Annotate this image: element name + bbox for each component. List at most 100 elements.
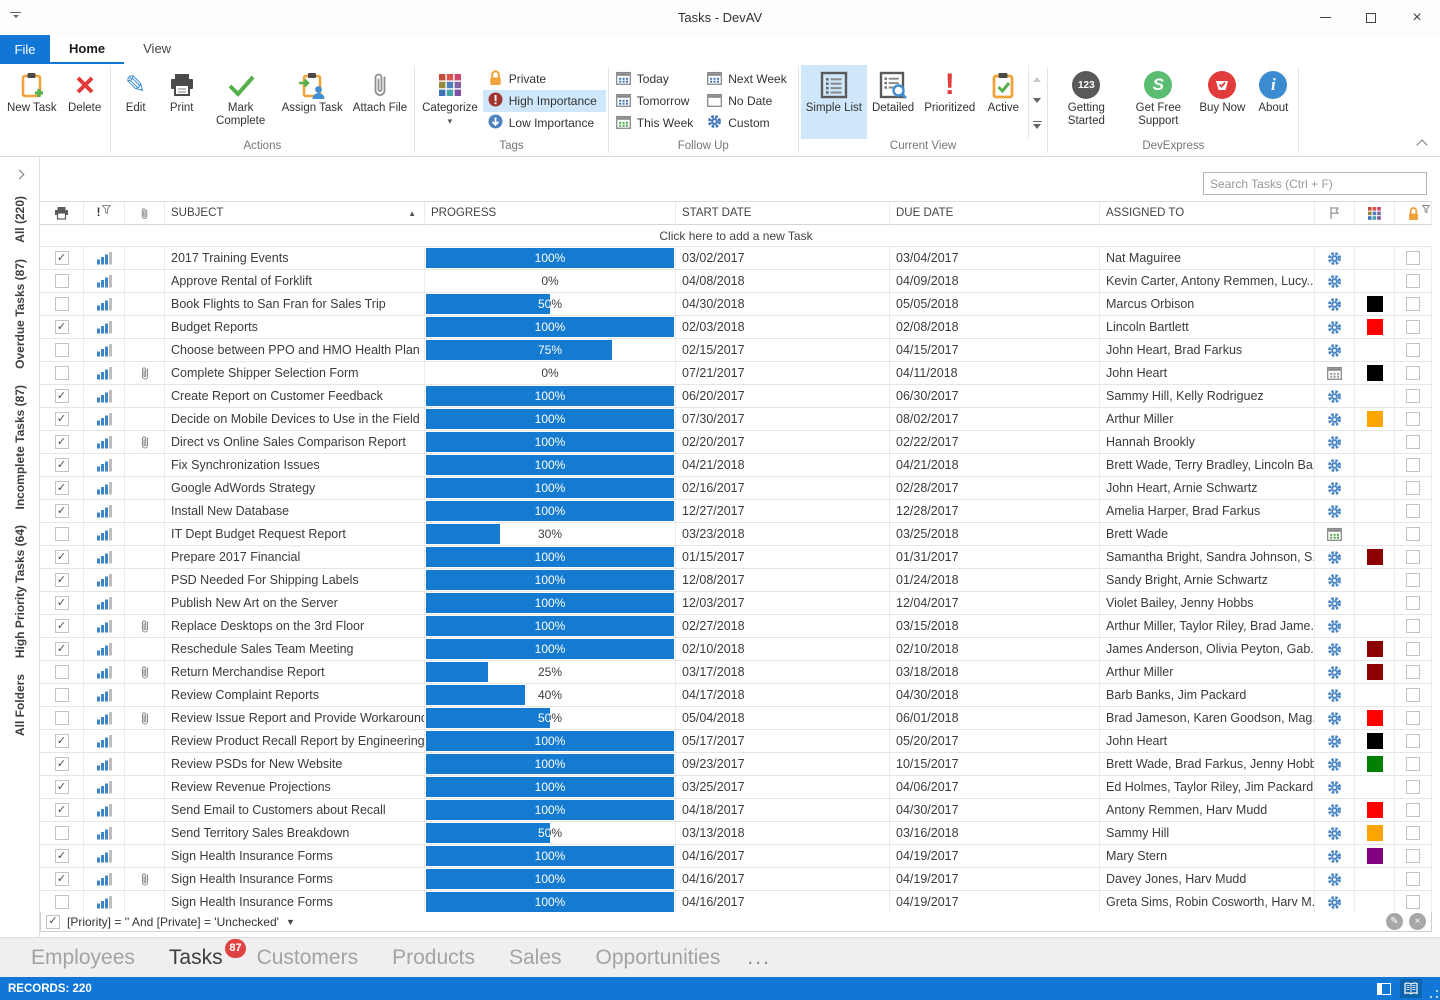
header-flag-column[interactable] [1315,202,1355,225]
cell-due-date[interactable]: 03/04/2017 [890,247,1100,270]
cell-priority[interactable] [84,661,125,684]
cell-followup-flag[interactable] [1315,431,1355,454]
table-row[interactable]: Return Merchandise Report 25% 25%03/17/2… [40,661,1432,684]
cell-priority[interactable] [84,868,125,891]
complete-checkbox[interactable]: ✓ [55,412,69,426]
module-tab-employees[interactable]: Employees [14,946,152,970]
cell-start-date[interactable]: 07/30/2017 [676,408,890,431]
edit-filter-button[interactable]: ✎ [1386,913,1403,930]
table-row[interactable]: ✓PSD Needed For Shipping Labels 100% 100… [40,569,1432,592]
cell-followup-flag[interactable] [1315,385,1355,408]
complete-checkbox[interactable]: ✓ [55,619,69,633]
cell-priority[interactable] [84,523,125,546]
private-button[interactable]: Private [483,68,606,90]
next-week-button[interactable]: Next Week [702,68,795,90]
cell-due-date[interactable]: 03/15/2018 [890,615,1100,638]
cell-start-date[interactable]: 05/04/2018 [676,707,890,730]
cell-followup-flag[interactable] [1315,730,1355,753]
cell-private[interactable] [1395,454,1432,477]
cell-assigned-to[interactable]: Brett Wade, Terry Bradley, Lincoln Ba... [1100,454,1315,477]
table-row[interactable]: ✓Replace Desktops on the 3rd Floor 100% … [40,615,1432,638]
table-row[interactable]: ✓Prepare 2017 Financial 100% 100%01/15/2… [40,546,1432,569]
cell-category[interactable] [1355,431,1395,454]
filter-enabled-checkbox[interactable]: ✓ [46,915,60,929]
cell-followup-flag[interactable] [1315,339,1355,362]
private-checkbox[interactable] [1406,642,1420,656]
cell-followup-flag[interactable] [1315,684,1355,707]
cell-followup-flag[interactable] [1315,822,1355,845]
cell-start-date[interactable]: 04/16/2017 [676,845,890,868]
cell-priority[interactable] [84,730,125,753]
cell-category[interactable] [1355,339,1395,362]
cell-followup-flag[interactable] [1315,753,1355,776]
cell-assigned-to[interactable]: Antony Remmen, Harv Mudd [1100,799,1315,822]
cell-complete[interactable]: ✓ [40,730,84,753]
cell-complete[interactable] [40,270,84,293]
complete-checkbox[interactable]: ✓ [55,780,69,794]
cell-subject[interactable]: IT Dept Budget Request Report [165,523,425,546]
cell-complete[interactable]: ✓ [40,316,84,339]
complete-checkbox[interactable] [55,895,69,909]
this-week-button[interactable]: This Week [611,112,702,134]
cell-category[interactable] [1355,523,1395,546]
cell-subject[interactable]: Review PSDs for New Website [165,753,425,776]
cell-priority[interactable] [84,362,125,385]
cell-priority[interactable] [84,316,125,339]
cell-due-date[interactable]: 06/30/2017 [890,385,1100,408]
private-checkbox[interactable] [1406,688,1420,702]
cell-private[interactable] [1395,707,1432,730]
mark-complete-button[interactable]: Mark Complete [205,65,277,139]
cell-priority[interactable] [84,431,125,454]
header-progress[interactable]: PROGRESS [425,202,676,225]
cell-assigned-to[interactable]: Ed Holmes, Taylor Riley, Jim Packard [1100,776,1315,799]
cell-complete[interactable]: ✓ [40,500,84,523]
cell-followup-flag[interactable] [1315,638,1355,661]
complete-checkbox[interactable]: ✓ [55,757,69,771]
cell-priority[interactable] [84,385,125,408]
cell-priority[interactable] [84,638,125,661]
private-checkbox[interactable] [1406,458,1420,472]
cell-private[interactable] [1395,270,1432,293]
cell-private[interactable] [1395,592,1432,615]
cell-assigned-to[interactable]: Samantha Bright, Sandra Johnson, S... [1100,546,1315,569]
cell-followup-flag[interactable] [1315,546,1355,569]
cell-due-date[interactable]: 03/25/2018 [890,523,1100,546]
cell-priority[interactable] [84,615,125,638]
private-checkbox[interactable] [1406,343,1420,357]
table-row[interactable]: ✓Review Product Recall Report by Enginee… [40,730,1432,753]
cell-private[interactable] [1395,868,1432,891]
complete-checkbox[interactable] [55,711,69,725]
table-row[interactable]: ✓2017 Training Events 100% 100%03/02/201… [40,247,1432,270]
cell-complete[interactable]: ✓ [40,546,84,569]
cell-assigned-to[interactable]: Arthur Miller, Taylor Riley, Brad Jame..… [1100,615,1315,638]
cell-followup-flag[interactable] [1315,477,1355,500]
cell-subject[interactable]: Direct vs Online Sales Comparison Report [165,431,425,454]
cell-priority[interactable] [84,845,125,868]
cell-start-date[interactable]: 05/17/2017 [676,730,890,753]
cell-start-date[interactable]: 04/08/2018 [676,270,890,293]
cell-private[interactable] [1395,661,1432,684]
cell-subject[interactable]: Google AdWords Strategy [165,477,425,500]
cell-start-date[interactable]: 04/16/2017 [676,868,890,891]
table-row[interactable]: IT Dept Budget Request Report 30% 30%03/… [40,523,1432,546]
new-task-button[interactable]: New Task [2,65,62,139]
cell-start-date[interactable]: 07/21/2017 [676,362,890,385]
table-row[interactable]: ✓Budget Reports 100% 100%02/03/201802/08… [40,316,1432,339]
header-subject[interactable]: SUBJECT ▲ [165,202,425,225]
header-private-column[interactable] [1395,202,1432,225]
cell-start-date[interactable]: 03/17/2018 [676,661,890,684]
cell-due-date[interactable]: 01/24/2018 [890,569,1100,592]
cell-category[interactable] [1355,477,1395,500]
cell-subject[interactable]: Install New Database [165,500,425,523]
cell-subject[interactable]: Prepare 2017 Financial [165,546,425,569]
cell-category[interactable] [1355,408,1395,431]
private-checkbox[interactable] [1406,780,1420,794]
cell-private[interactable] [1395,408,1432,431]
cell-followup-flag[interactable] [1315,845,1355,868]
cell-due-date[interactable]: 10/15/2017 [890,753,1100,776]
private-checkbox[interactable] [1406,550,1420,564]
private-checkbox[interactable] [1406,619,1420,633]
cell-category[interactable] [1355,270,1395,293]
complete-checkbox[interactable] [55,297,69,311]
cell-assigned-to[interactable]: Arthur Miller [1100,661,1315,684]
